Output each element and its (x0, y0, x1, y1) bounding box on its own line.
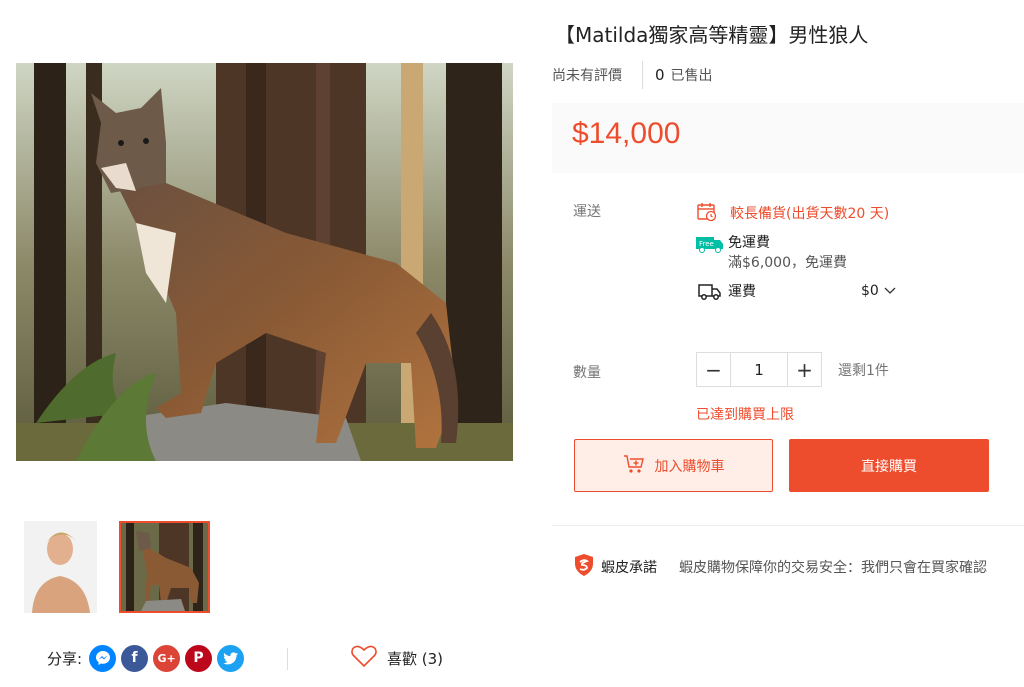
shipping-label: 運送 (573, 204, 601, 220)
like-count: 喜歡 (3) (387, 649, 444, 668)
sold-label: 已售出 (670, 68, 713, 84)
facebook-icon[interactable]: f (121, 644, 149, 672)
truck-icon (698, 281, 722, 305)
twitter-icon[interactable] (217, 644, 245, 672)
guarantee-row[interactable]: 蝦皮承諾 蝦皮購物保障你的交易安全：我們只會在買家確認 (573, 553, 987, 581)
meta-divider (642, 61, 643, 89)
thumbnail-2-selected[interactable] (119, 521, 210, 613)
free-shipping-row: Free 免運費 滿$6,000，免運費 (696, 233, 847, 273)
pinterest-icon[interactable]: P (185, 644, 213, 672)
section-divider (552, 525, 1024, 526)
free-shipping-title: 免運費 (728, 235, 770, 251)
share-label: 分享: (47, 649, 83, 668)
shipping-fee-dropdown[interactable]: $0 (861, 283, 896, 299)
rating-status[interactable]: 尚未有評價 (552, 65, 642, 85)
product-title: 【Matilda獨家高等精靈】男性狼人 (555, 23, 869, 47)
long-prep-row: 較長備貨(出貨天數20 天) (696, 201, 889, 227)
decrease-quantity-button[interactable]: − (696, 352, 731, 387)
quantity-stepper: − 1 + 還剩1件 (696, 352, 889, 387)
main-product-image[interactable] (16, 63, 513, 461)
stock-remaining: 還剩1件 (838, 362, 889, 379)
thumbnail-strip (24, 521, 210, 613)
shipping-fee-label: 運費 (728, 284, 756, 300)
free-shipping-truck-icon: Free (696, 233, 724, 257)
add-to-cart-button[interactable]: 加入購物車 (574, 439, 773, 492)
buy-now-button[interactable]: 直接購買 (789, 439, 989, 492)
product-meta: 尚未有評價 0 已售出 (552, 61, 713, 89)
price-box: $14,000 (552, 103, 1024, 173)
increase-quantity-button[interactable]: + (787, 352, 822, 387)
chevron-down-icon (884, 283, 896, 299)
like-button[interactable]: 喜歡 (3) (351, 643, 443, 673)
free-shipping-text: 免運費 滿$6,000，免運費 (728, 233, 847, 273)
shipping-fee-row[interactable]: 運費 $0 (698, 281, 908, 305)
messenger-icon[interactable] (89, 644, 117, 672)
share-bar: 分享: f G+ P (47, 643, 245, 673)
quantity-label: 數量 (573, 365, 601, 381)
thumbnail-1[interactable] (24, 521, 97, 613)
purchase-limit-message: 已達到購買上限 (696, 407, 794, 423)
guarantee-title: 蝦皮承諾 (601, 560, 657, 576)
heart-icon (351, 645, 377, 671)
sold-count: 0 (655, 66, 665, 84)
free-badge-text: Free (699, 240, 714, 248)
cart-plus-icon (623, 454, 645, 477)
share-divider (287, 648, 288, 670)
quantity-input[interactable]: 1 (731, 352, 787, 387)
calendar-icon (696, 201, 718, 227)
add-to-cart-label: 加入購物車 (654, 457, 725, 474)
free-shipping-condition: 滿$6,000，免運費 (728, 255, 847, 271)
long-prep-text: 較長備貨(出貨天數20 天) (730, 206, 890, 222)
guarantee-description: 蝦皮購物保障你的交易安全：我們只會在買家確認 (679, 560, 987, 576)
product-price: $14,000 (572, 117, 681, 150)
google-plus-icon[interactable]: G+ (153, 644, 181, 672)
shipping-fee-value: $0 (861, 283, 879, 299)
shield-icon (573, 553, 595, 581)
